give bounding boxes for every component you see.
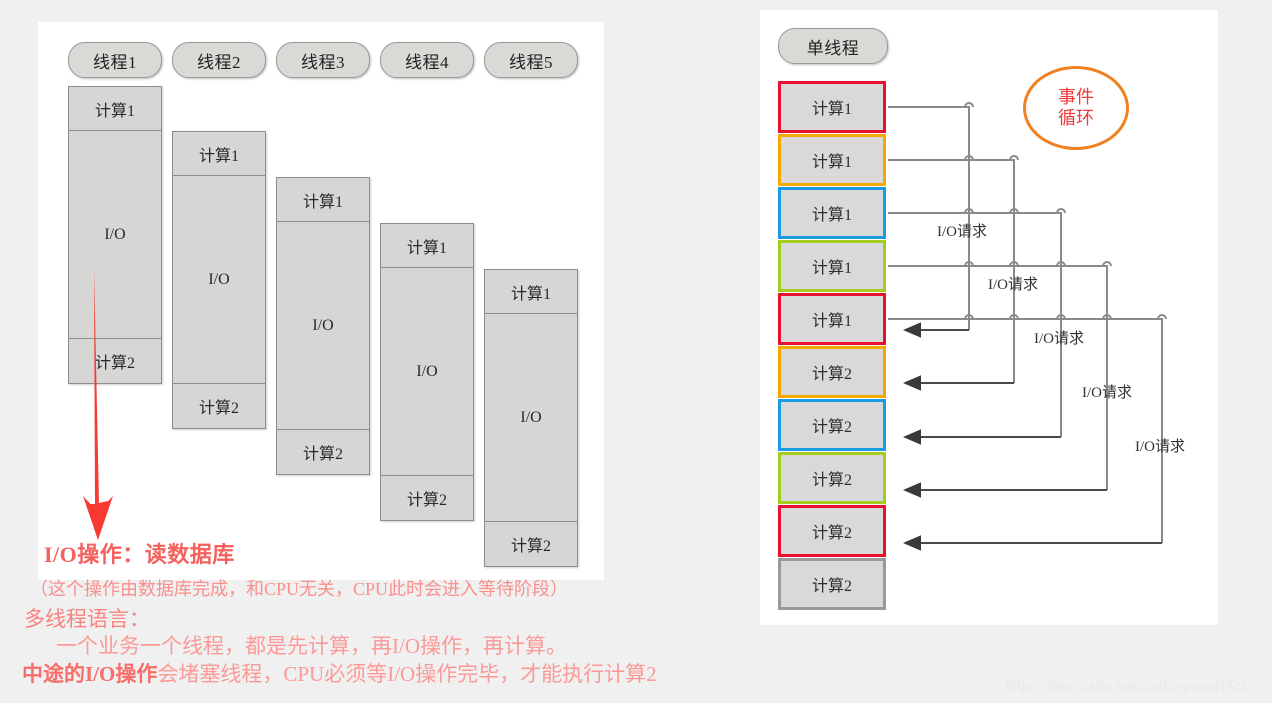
segment-label: I/O [104,225,126,243]
segment-calc2: 计算2 [277,430,369,474]
note-line-parenthetical: （这个操作由数据库完成，和CPU无关，CPU此时会进入等待阶段） [30,575,568,601]
io-request-label-2: I/O请求 [988,273,1038,294]
note-text: 一个业务一个线程，都是先计算，再I/O操作，再计算。 [56,634,567,658]
task-block-6: 计算2 [778,346,886,398]
segment-label: 计算2 [406,492,447,509]
task-block-label: 计算2 [811,472,852,489]
watermark: https://blog.csdn.net/CodingmanNAN [1005,678,1246,694]
thread-pill-3: 线程3 [276,42,370,78]
singlethread-eventloop-panel: 单线程 事件 循环 I/O请求 I/O请求 I/O请求 I/O请求 I/O请求 … [760,10,1218,625]
note-line-io-operation: I/O操作：读数据库 [44,537,235,569]
note-text: I/O操作：读数据库 [44,542,235,567]
task-block-label: 计算2 [811,525,852,542]
segment-calc1: 计算1 [69,87,161,131]
task-block-label: 计算2 [811,578,852,595]
task-block-label: 计算1 [811,260,852,277]
segment-io: I/O [485,314,577,522]
note-line-business-thread: 一个业务一个线程，都是先计算，再I/O操作，再计算。 [24,630,567,660]
thread-column-5: 计算1 I/O 计算2 [484,269,578,567]
task-block-8: 计算2 [778,452,886,504]
note-line-blocking: 中途的I/O操作会堵塞线程，CPU必须等I/O操作完毕，才能执行计算2 [22,658,657,688]
segment-io: I/O [277,222,369,430]
task-block-5: 计算1 [778,293,886,345]
segment-label: 计算1 [302,193,343,211]
thread-column-2: 计算1 I/O 计算2 [172,131,266,429]
task-block-label: 计算1 [811,101,852,118]
segment-calc1: 计算1 [173,132,265,176]
segment-label: 计算1 [510,285,551,303]
thread-pill-label: 线程3 [301,52,345,72]
task-block-label: 计算1 [811,207,852,224]
segment-calc2: 计算2 [381,476,473,520]
io-request-text: I/O请求 [1034,331,1084,347]
thread-pill-5: 线程5 [484,42,578,78]
segment-label: I/O [520,408,542,426]
thread-pill-1: 线程1 [68,42,162,78]
task-block-label: 计算2 [811,366,852,383]
thread-pill-label: 线程2 [197,52,241,72]
red-down-arrow-icon [83,268,113,540]
task-block-3: 计算1 [778,187,886,239]
segment-io: I/O [381,268,473,476]
segment-label: I/O [208,270,230,288]
note-text: 多线程语言： [24,607,150,631]
task-block-label: 计算1 [811,154,852,171]
task-block-7: 计算2 [778,399,886,451]
segment-io: I/O [173,176,265,384]
io-request-label-5: I/O请求 [1135,435,1185,456]
segment-label: 计算2 [198,400,239,417]
thread-pill-2: 线程2 [172,42,266,78]
note-text-emphasis: 中途的I/O操作 [22,662,158,686]
thread-pill-label: 线程1 [93,52,137,72]
thread-column-4: 计算1 I/O 计算2 [380,223,474,521]
segment-label: I/O [416,362,438,380]
task-block-label: 计算1 [811,313,852,330]
segment-calc1: 计算1 [277,178,369,222]
segment-label: 计算2 [510,538,551,555]
io-request-label-1: I/O请求 [937,220,987,241]
task-block-10: 计算2 [778,558,886,610]
segment-label: 计算1 [198,147,239,165]
thread-column-3: 计算1 I/O 计算2 [276,177,370,475]
note-text: 会堵塞线程，CPU必须等I/O操作完毕，才能执行计算2 [157,662,657,686]
io-request-text: I/O请求 [1135,439,1185,455]
io-request-text: I/O请求 [988,277,1038,293]
segment-label: 计算2 [302,446,343,463]
segment-calc2: 计算2 [485,522,577,566]
thread-pill-label: 线程4 [405,52,449,72]
note-line-multithread-title: 多线程语言： [24,603,150,633]
task-block-1: 计算1 [778,81,886,133]
segment-calc1: 计算1 [381,224,473,268]
thread-pill-label: 线程5 [509,52,553,72]
thread-pill-4: 线程4 [380,42,474,78]
task-block-9: 计算2 [778,505,886,557]
multithread-diagram-panel: 线程1 线程2 线程3 线程4 线程5 计算1 I/O 计算2 计算1 I/O … [38,22,604,580]
segment-label: I/O [312,316,334,334]
task-block-4: 计算1 [778,240,886,292]
segment-calc2: 计算2 [173,384,265,428]
task-block-2: 计算1 [778,134,886,186]
task-block-label: 计算2 [811,419,852,436]
segment-label: 计算1 [406,239,447,257]
io-request-label-3: I/O请求 [1034,327,1084,348]
io-request-text: I/O请求 [937,224,987,240]
segment-label: 计算1 [94,102,135,120]
segment-calc1: 计算1 [485,270,577,314]
io-request-text: I/O请求 [1082,385,1132,401]
note-text: （这个操作由数据库完成，和CPU无关，CPU此时会进入等待阶段） [30,579,569,599]
io-request-label-4: I/O请求 [1082,381,1132,402]
